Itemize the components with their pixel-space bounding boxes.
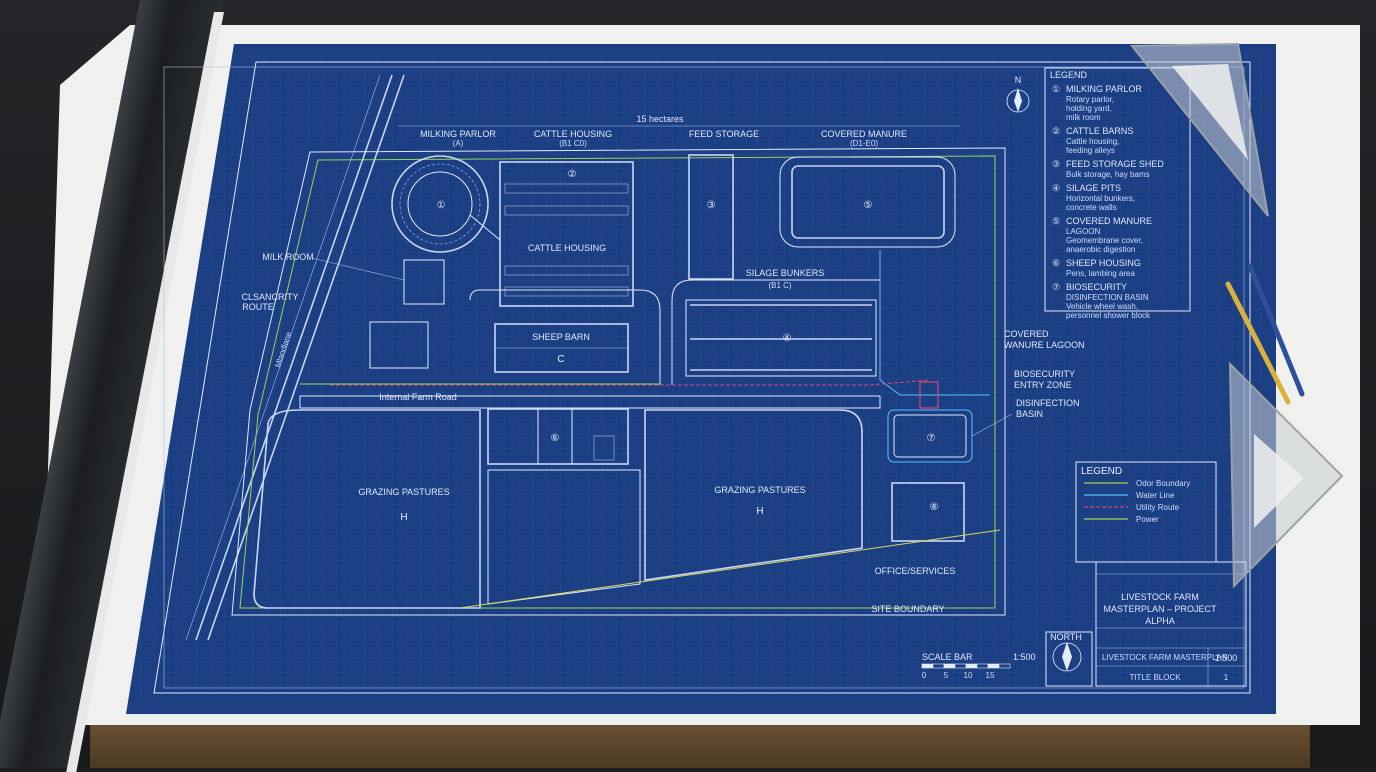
label-biosecurity-2: ENTRY ZONE	[1014, 380, 1072, 390]
legend-item-number: ⑦	[1052, 282, 1060, 292]
scale-tick-label: 5	[944, 671, 949, 680]
label-milking-parlor-sub: (A)	[453, 139, 464, 148]
label-cattle-housing-sub: (B1 C0)	[559, 139, 587, 148]
legend-item-title: BIOSECURITY	[1066, 282, 1127, 292]
label-cattle-housing: CATTLE HOUSING	[528, 243, 606, 253]
legend-item-number: ④	[1052, 183, 1060, 193]
label-feed-storage-top: FEED STORAGE	[689, 129, 759, 139]
label-grazing-right: GRAZING PASTURES	[714, 485, 805, 495]
legend-item-title: CATTLE BARNS	[1066, 126, 1133, 136]
legend-item-line: Horizontal bunkers,	[1066, 194, 1135, 203]
marker-sheep-housing: ⑥	[551, 433, 560, 444]
north-label: NORTH	[1050, 632, 1082, 642]
legend-item-number: ①	[1052, 84, 1060, 94]
title-line-2: MASTERPLAN – PROJECT	[1103, 604, 1217, 614]
legend-item-line: Vehicle wheel wash,	[1066, 302, 1138, 311]
title-line-3: ALPHA	[1145, 616, 1175, 626]
legend-item-number: ⑤	[1052, 216, 1060, 226]
label-silage-bunkers: SILAGE BUNKERS	[746, 268, 825, 278]
dimension-label: 15 hectares	[636, 114, 684, 124]
legend-line-label: Utility Route	[1136, 503, 1180, 512]
label-milking-parlor-top: MILKING PARLOR	[420, 129, 496, 139]
scale-tick-label: 10	[964, 671, 973, 680]
pencils[interactable]	[1220, 262, 1316, 412]
label-biosecurity-route-1: CLSANCRITY	[241, 292, 298, 302]
legend-item-number: ②	[1052, 126, 1060, 136]
legend-item-line: LAGOON	[1066, 227, 1100, 236]
marker-lagoon: ⑤	[864, 200, 873, 211]
marker-sheep-barn: C	[557, 354, 564, 365]
label-silage-sub: (B1 C)	[768, 281, 791, 290]
scale-tick-label: 15	[986, 671, 995, 680]
legend-item-line: Cattle housing,	[1066, 137, 1119, 146]
legend-line-label: Power	[1136, 515, 1159, 524]
legend-item-line: Geomembrane cover,	[1066, 236, 1143, 245]
marker-feed: ③	[707, 200, 716, 211]
label-office: OFFICE/SERVICES	[875, 566, 956, 576]
title-block-label: TITLE BLOCK	[1129, 673, 1181, 682]
scale-value: 1:500	[1013, 652, 1036, 662]
legend-item-line: Pens, lambing area	[1066, 269, 1135, 278]
legend-item-title: SHEEP HOUSING	[1066, 258, 1141, 268]
legend-item-line: anaerobic digestion	[1066, 245, 1135, 254]
label-milk-room: MILK ROOM	[262, 252, 314, 262]
label-disinfection-2: BASIN	[1016, 409, 1043, 419]
legend-item-line: personnel shower block	[1066, 311, 1151, 320]
scale-bar-segment	[954, 663, 967, 669]
marker-cattle: ②	[568, 169, 577, 180]
legend-item-number: ⑥	[1052, 258, 1060, 268]
label-covered-manure-top: COVERED MANURE	[821, 129, 907, 139]
scale-bar-label: SCALE BAR	[922, 652, 973, 662]
marker-parlor: ①	[437, 200, 446, 211]
label-biosecurity-route-2: ROUTE	[242, 302, 274, 312]
label-grazing-left: GRAZING PASTURES	[358, 487, 449, 497]
marker-pasture-right: H	[756, 506, 763, 517]
marker-office: ⑧	[930, 502, 939, 513]
legend-item-line: feeding alleys	[1066, 146, 1115, 155]
label-site-boundary: SITE BOUNDARY	[871, 604, 944, 614]
label-covered-manure-sub: (D1-E0)	[850, 139, 878, 148]
scale-bar-segment	[987, 663, 1000, 669]
marker-silage: ④	[783, 333, 792, 344]
scale-bar-segment	[921, 663, 934, 669]
marker-pasture-left: H	[400, 512, 407, 523]
label-cattle-housing-top: CATTLE HOUSING	[534, 129, 612, 139]
legend-item-line: milk room	[1066, 113, 1101, 122]
scale-bar-segment	[965, 663, 978, 669]
legend-item-number: ③	[1052, 159, 1060, 169]
label-sheep-barn: SHEEP BARN	[532, 332, 590, 342]
label-covered-lagoon-1: COVERED	[1004, 329, 1049, 339]
set-square-top[interactable]	[1128, 40, 1278, 220]
label-covered-lagoon-2: WANURE LAGOON	[1004, 340, 1085, 350]
north-label-small: N	[1015, 75, 1022, 85]
legend-line-label: Water Line	[1136, 491, 1175, 500]
legend-item-line: concrete walls	[1066, 203, 1117, 212]
legend-item-line: holding yard,	[1066, 104, 1112, 113]
label-biosecurity-1: BIOSECURITY	[1014, 369, 1075, 379]
line-legend-title: LEGEND	[1081, 466, 1122, 477]
scale-tick-label: 0	[922, 671, 927, 680]
legend-item-line: Rotary parlor,	[1066, 95, 1114, 104]
legend-item-title: SILAGE PITS	[1066, 183, 1121, 193]
scale-bar-segment	[976, 663, 989, 669]
legend-title: LEGEND	[1050, 70, 1088, 80]
scale-bar-segment	[932, 663, 945, 669]
label-internal-road: Internal Farm Road	[379, 392, 457, 402]
legend-line-label: Odor Boundary	[1136, 479, 1190, 488]
label-disinfection-1: DISINFECTION	[1016, 398, 1080, 408]
title-sheet: 1	[1224, 673, 1229, 682]
legend-item-line: DISINFECTION BASIN	[1066, 293, 1149, 302]
scale-bar-segment	[943, 663, 956, 669]
marker-basin: ⑦	[927, 433, 936, 444]
title-project: LIVESTOCK FARM MASTERPLAN	[1102, 653, 1228, 662]
scale-bar-segment	[998, 663, 1011, 669]
title-scale: 1:500	[1215, 653, 1238, 663]
title-line-1: LIVESTOCK FARM	[1121, 592, 1199, 602]
